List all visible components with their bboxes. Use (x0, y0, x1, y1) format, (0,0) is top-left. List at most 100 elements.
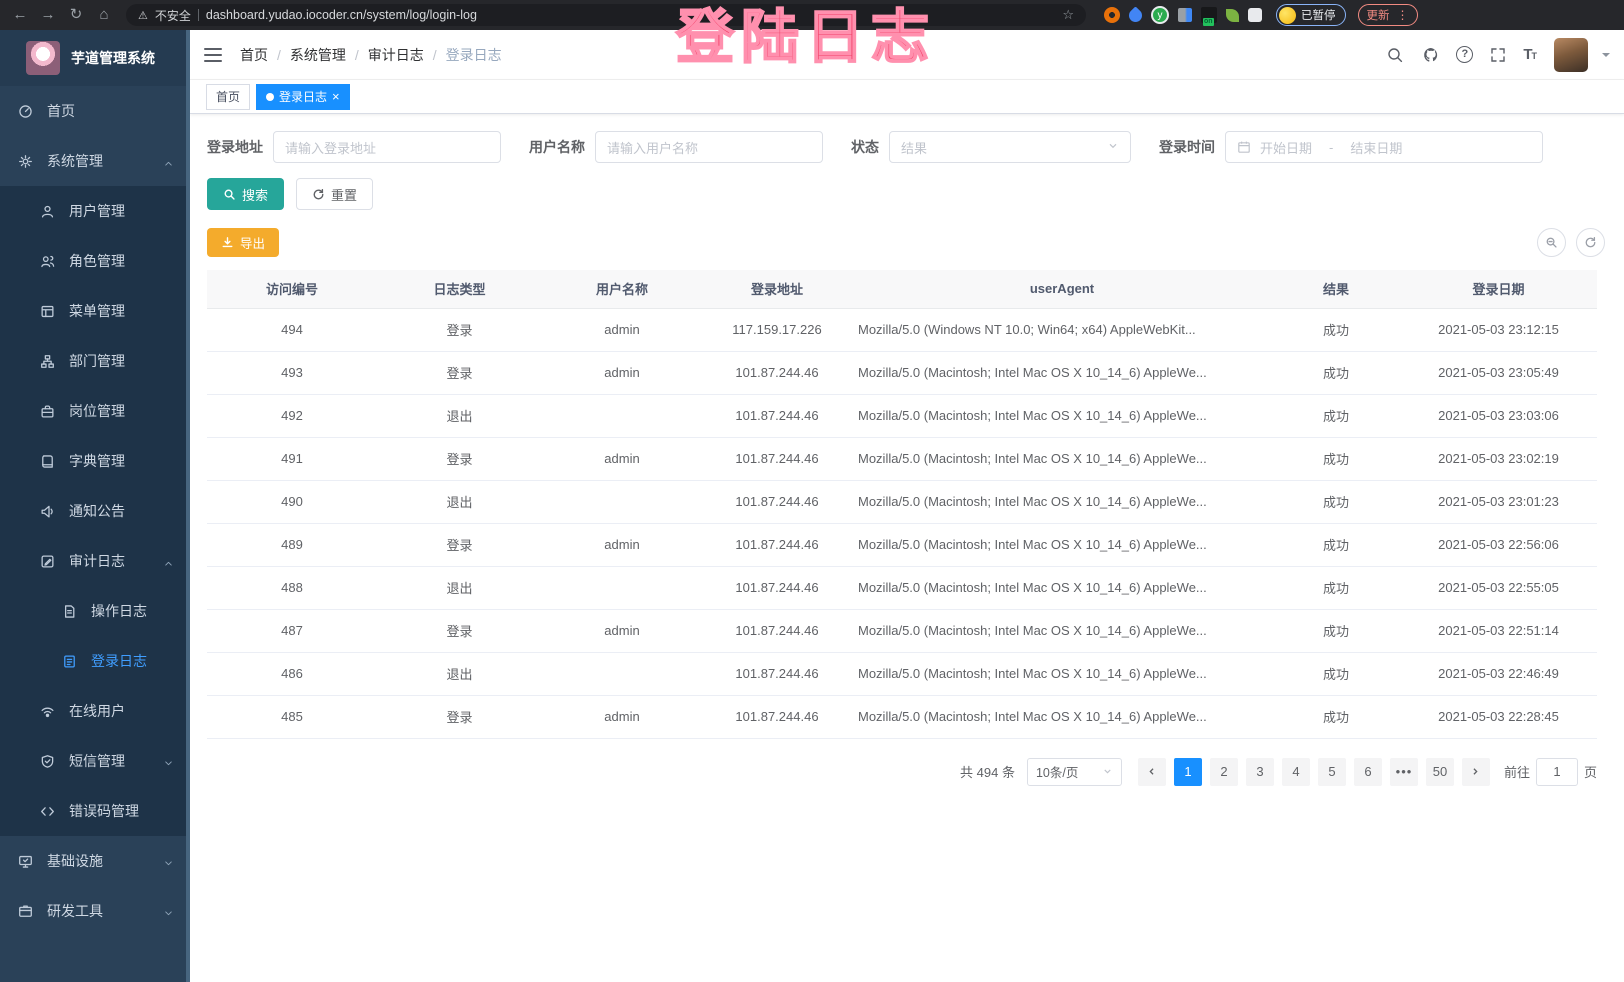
browser-menu-dots-icon[interactable]: ⋮ (1397, 8, 1409, 22)
cell-user (542, 480, 702, 523)
page-button-50[interactable]: 50 (1426, 758, 1454, 786)
extensions-puzzle-icon[interactable] (1248, 8, 1262, 22)
cell-id: 489 (207, 523, 377, 566)
tab-close-icon[interactable]: × (332, 90, 340, 103)
page-button-4[interactable]: 4 (1282, 758, 1310, 786)
sidebar-item-notice[interactable]: 通知公告 (0, 486, 190, 536)
cell-id: 493 (207, 351, 377, 394)
date-start-input[interactable]: 开始日期 (1260, 138, 1312, 157)
prev-page-button[interactable] (1138, 758, 1166, 786)
cell-type: 退出 (377, 480, 542, 523)
cell-type: 登录 (377, 351, 542, 394)
page-ellipsis[interactable]: ••• (1390, 758, 1418, 786)
fullscreen-icon[interactable] (1487, 44, 1509, 66)
extension-orange-icon[interactable] (1104, 7, 1120, 23)
extension-green-icon[interactable]: y (1151, 6, 1169, 24)
table-header-row: 访问编号 日志类型 用户名称 登录地址 userAgent 结果 登录日期 (207, 270, 1597, 308)
cell-date: 2021-05-03 22:56:06 (1400, 523, 1597, 566)
profile-paused-label: 已暂停 (1301, 7, 1336, 23)
cell-useragent: Mozilla/5.0 (Macintosh; Intel Mac OS X 1… (852, 609, 1272, 652)
sidebar-item-error-codes[interactable]: 错误码管理 (0, 786, 190, 836)
breadcrumb-separator: / (355, 47, 359, 63)
sidebar-item-users[interactable]: 用户管理 (0, 186, 190, 236)
sidebar-item-system[interactable]: 系统管理 (0, 136, 190, 186)
cell-user: admin (542, 609, 702, 652)
sidebar-item-audit-log[interactable]: 审计日志 (0, 536, 190, 586)
sidebar-item-posts[interactable]: 岗位管理 (0, 386, 190, 436)
cell-user (542, 652, 702, 695)
wifi-icon (40, 704, 55, 719)
hamburger-icon[interactable] (204, 48, 222, 62)
user-avatar[interactable] (1554, 38, 1588, 72)
goto-page-input[interactable] (1536, 758, 1578, 786)
browser-toolbar: ← → ↻ ⌂ ⚠ 不安全 dashboard.yudao.iocoder.cn… (0, 0, 1624, 30)
browser-home-icon[interactable]: ⌂ (92, 3, 116, 27)
extension-grid-icon[interactable] (1178, 8, 1192, 22)
extension-leaf-icon[interactable] (1226, 9, 1239, 22)
sidebar-item-label: 菜单管理 (69, 301, 125, 321)
next-page-button[interactable] (1462, 758, 1490, 786)
tab-login-log[interactable]: 登录日志 × (256, 84, 350, 110)
search-button[interactable]: 搜索 (207, 178, 284, 210)
address-input[interactable]: 请输入登录地址 (273, 131, 501, 163)
breadcrumb-audit[interactable]: 审计日志 (368, 45, 424, 65)
page-button-2[interactable]: 2 (1210, 758, 1238, 786)
sidebar-item-dict[interactable]: 字典管理 (0, 436, 190, 486)
status-label: 状态 (851, 137, 879, 157)
cell-id: 492 (207, 394, 377, 437)
sidebar-item-departments[interactable]: 部门管理 (0, 336, 190, 386)
sidebar-item-dev-tools[interactable]: 研发工具 (0, 886, 190, 936)
sidebar-item-home[interactable]: 首页 (0, 86, 190, 136)
app-logo-row[interactable]: 芋道管理系统 (0, 30, 190, 86)
browser-profile-chip[interactable]: 已暂停 (1276, 4, 1346, 26)
date-end-input[interactable]: 结束日期 (1350, 138, 1402, 157)
extension-list-on-icon[interactable] (1201, 7, 1217, 23)
toggle-search-button[interactable] (1537, 228, 1566, 257)
code-icon (40, 804, 55, 819)
page-button-5[interactable]: 5 (1318, 758, 1346, 786)
page-button-3[interactable]: 3 (1246, 758, 1274, 786)
breadcrumb-system[interactable]: 系统管理 (290, 45, 346, 65)
sidebar-item-operate-log[interactable]: 操作日志 (0, 586, 190, 636)
active-tab-dot-icon (266, 93, 274, 101)
security-label[interactable]: 不安全 (155, 7, 191, 24)
refresh-icon (312, 188, 325, 201)
breadcrumb-home[interactable]: 首页 (240, 45, 268, 65)
sidebar-item-sms[interactable]: 短信管理 (0, 736, 190, 786)
status-select[interactable]: 结果 (889, 131, 1131, 163)
header-search-icon[interactable] (1384, 44, 1406, 66)
font-size-icon[interactable]: TT (1523, 46, 1536, 63)
address-bar[interactable]: ⚠ 不安全 dashboard.yudao.iocoder.cn/system/… (126, 4, 1086, 26)
sidebar-item-menus[interactable]: 菜单管理 (0, 286, 190, 336)
page-button-1[interactable]: 1 (1174, 758, 1202, 786)
export-button[interactable]: 导出 (207, 228, 279, 257)
sidebar-item-label: 用户管理 (69, 201, 125, 221)
page-url[interactable]: dashboard.yudao.iocoder.cn/system/log/lo… (206, 8, 477, 22)
table-row: 485 登录 admin 101.87.244.46 Mozilla/5.0 (… (207, 695, 1597, 738)
cell-type: 退出 (377, 394, 542, 437)
tab-home[interactable]: 首页 (206, 84, 250, 110)
date-range-picker[interactable]: 开始日期 - 结束日期 (1225, 131, 1543, 163)
extension-blue-icon[interactable] (1126, 6, 1144, 24)
refresh-table-button[interactable] (1576, 228, 1605, 257)
cell-useragent: Mozilla/5.0 (Macintosh; Intel Mac OS X 1… (852, 480, 1272, 523)
tab-label: 登录日志 (279, 88, 327, 105)
page-button-6[interactable]: 6 (1354, 758, 1382, 786)
help-icon[interactable]: ? (1456, 46, 1473, 63)
browser-reload-icon[interactable]: ↻ (64, 3, 88, 27)
bookmark-star-icon[interactable]: ☆ (1062, 7, 1074, 23)
sidebar-item-roles[interactable]: 角色管理 (0, 236, 190, 286)
reset-button[interactable]: 重置 (296, 178, 373, 210)
sidebar-item-login-log[interactable]: 登录日志 (0, 636, 190, 686)
sidebar-item-infrastructure[interactable]: 基础设施 (0, 836, 190, 886)
avatar-caret-icon[interactable] (1602, 53, 1610, 61)
page-size-select[interactable]: 10条/页 (1027, 758, 1122, 786)
chevron-down-icon (163, 906, 174, 917)
browser-back-icon[interactable]: ← (8, 3, 32, 27)
browser-forward-icon[interactable]: → (36, 3, 60, 27)
cell-ip: 101.87.244.46 (702, 480, 852, 523)
sidebar-item-online-users[interactable]: 在线用户 (0, 686, 190, 736)
github-icon[interactable] (1420, 44, 1442, 66)
browser-update-button[interactable]: 更新 ⋮ (1358, 4, 1418, 26)
username-input[interactable]: 请输入用户名称 (595, 131, 823, 163)
